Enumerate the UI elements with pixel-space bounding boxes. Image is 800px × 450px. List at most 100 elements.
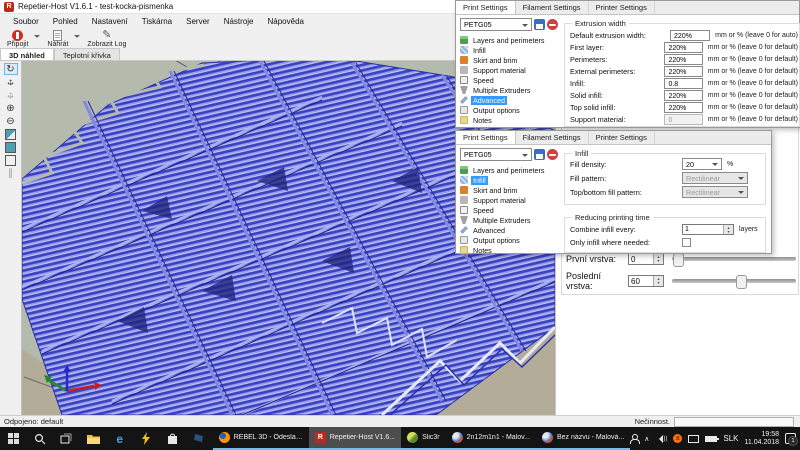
infill-rows: Fill density: 20 % Fill pattern: Rectili… bbox=[570, 157, 766, 199]
tray-chevron-icon[interactable]: ∧ bbox=[644, 435, 649, 443]
app-laptop-button[interactable] bbox=[186, 427, 213, 450]
menu-tiskarna[interactable]: Tiskárna bbox=[135, 15, 179, 28]
winamp-button[interactable] bbox=[133, 427, 160, 450]
list-item[interactable]: Support material bbox=[460, 65, 560, 75]
connect-dropdown-icon[interactable] bbox=[34, 35, 40, 41]
spinner-icon[interactable]: ▴▾ bbox=[653, 276, 663, 286]
list-item[interactable]: Notes bbox=[460, 115, 560, 125]
slider-thumb[interactable] bbox=[736, 275, 747, 289]
list-item[interactable]: Advanced bbox=[460, 225, 560, 235]
extrusion-input[interactable]: 220% bbox=[664, 102, 702, 113]
top-fill-pattern-select[interactable]: Rectilinear bbox=[682, 186, 748, 198]
tab-filament-settings[interactable]: Filament Settings bbox=[516, 1, 589, 14]
store-button[interactable] bbox=[160, 427, 187, 450]
list-item[interactable]: Multiple Extruders bbox=[460, 215, 560, 225]
load-button[interactable]: Náhrát bbox=[44, 29, 71, 48]
move-object-icon[interactable]: ↔↕ bbox=[4, 76, 18, 88]
speaker-icon[interactable]: )) bbox=[655, 435, 667, 443]
taskbar-app-paint-2[interactable]: Bez názvu - Malová... bbox=[536, 427, 630, 450]
save-preset-icon[interactable] bbox=[534, 19, 545, 30]
people-icon[interactable] bbox=[630, 434, 638, 443]
menu-nastaveni[interactable]: Nastavení bbox=[85, 15, 135, 28]
list-item-selected[interactable]: Infill bbox=[460, 175, 560, 185]
preset-select[interactable]: PETG05 bbox=[460, 148, 532, 161]
taskbar-app-paint-1[interactable]: 2n12m1n1 - Malov... bbox=[446, 427, 536, 450]
edge-button[interactable]: e bbox=[106, 427, 133, 450]
extrusion-input[interactable]: 220% bbox=[670, 30, 710, 41]
search-button[interactable] bbox=[27, 427, 54, 450]
delete-preset-icon[interactable] bbox=[547, 19, 558, 30]
tab-temperature-curve[interactable]: Teplotní křivka bbox=[54, 48, 120, 60]
move-viewpoint-icon[interactable]: ↔↕ bbox=[4, 89, 18, 101]
slider-thumb[interactable] bbox=[673, 253, 684, 267]
taskbar-app-slic3r[interactable]: Slic3r bbox=[401, 427, 446, 450]
list-item[interactable]: Support material bbox=[460, 195, 560, 205]
file-explorer-button[interactable] bbox=[80, 427, 107, 450]
task-view-button[interactable] bbox=[53, 427, 80, 450]
menu-nastroje[interactable]: Nástroje bbox=[217, 15, 261, 28]
menu-server[interactable]: Server bbox=[179, 15, 217, 28]
spinner-icon[interactable]: ▴▾ bbox=[653, 254, 663, 264]
avast-icon[interactable]: x bbox=[673, 434, 682, 443]
taskbar-app-repetier[interactable]: R Repetier-Host V1.6... bbox=[309, 427, 401, 450]
fill-density-select[interactable]: 20 bbox=[682, 158, 722, 170]
battery-icon[interactable] bbox=[705, 436, 717, 442]
tab-3d-preview[interactable]: 3D náhled bbox=[0, 48, 54, 60]
list-item[interactable]: Layers and perimeters bbox=[460, 165, 560, 175]
connect-button[interactable]: Připojit bbox=[4, 29, 31, 48]
list-item[interactable]: Layers and perimeters bbox=[460, 35, 560, 45]
first-layer-slider[interactable] bbox=[672, 257, 796, 261]
only-infill-checkbox[interactable] bbox=[682, 238, 691, 247]
action-center-icon[interactable]: 1 bbox=[785, 433, 796, 444]
layers-icon bbox=[460, 166, 468, 174]
folder-icon bbox=[87, 433, 100, 444]
spinner-icon[interactable]: ▴▾ bbox=[723, 225, 733, 234]
parallel-projection-icon[interactable]: ∥ bbox=[4, 167, 18, 179]
extrusion-input[interactable]: 220% bbox=[664, 54, 702, 65]
tab-print-settings[interactable]: Print Settings bbox=[456, 131, 516, 144]
menu-napoveda[interactable]: Nápověda bbox=[261, 15, 311, 28]
list-item[interactable]: Output options bbox=[460, 105, 560, 115]
front-view-icon[interactable] bbox=[4, 141, 18, 153]
show-log-button[interactable]: ✎ Zobrazit Log bbox=[84, 29, 129, 48]
save-preset-icon[interactable] bbox=[534, 149, 545, 160]
list-item[interactable]: Multiple Extruders bbox=[460, 85, 560, 95]
last-layer-input[interactable]: 60 ▴▾ bbox=[628, 275, 664, 287]
paint-icon bbox=[542, 432, 553, 443]
list-item[interactable]: Skirt and brim bbox=[460, 55, 560, 65]
extrusion-input[interactable]: 0.8 bbox=[664, 78, 702, 89]
zoom-out-icon[interactable]: ⊖ bbox=[4, 115, 18, 127]
list-item[interactable]: Speed bbox=[460, 205, 560, 215]
combine-infill-input[interactable]: 1 ▴▾ bbox=[682, 224, 734, 235]
tab-print-settings[interactable]: Print Settings bbox=[456, 1, 516, 14]
extrusion-input[interactable]: 220% bbox=[664, 42, 702, 53]
tab-filament-settings[interactable]: Filament Settings bbox=[516, 131, 589, 144]
zoom-in-icon[interactable]: ⊕ bbox=[4, 102, 18, 114]
menu-pohled[interactable]: Pohled bbox=[46, 15, 85, 28]
list-item-selected[interactable]: Advanced bbox=[460, 95, 560, 105]
extrusion-input[interactable]: 220% bbox=[664, 90, 702, 101]
fill-pattern-select[interactable]: Rectilinear bbox=[682, 172, 748, 184]
preset-select[interactable]: PETG05 bbox=[460, 18, 532, 31]
list-item[interactable]: Output options bbox=[460, 235, 560, 245]
tab-printer-settings[interactable]: Printer Settings bbox=[589, 131, 655, 144]
perspective-view-icon[interactable] bbox=[4, 154, 18, 166]
language-indicator[interactable]: SLK bbox=[723, 434, 738, 443]
list-item[interactable]: Notes bbox=[460, 245, 560, 255]
tab-printer-settings[interactable]: Printer Settings bbox=[589, 1, 655, 14]
clock[interactable]: 19:58 11.04.2018 bbox=[745, 431, 780, 447]
delete-preset-icon[interactable] bbox=[547, 149, 558, 160]
last-layer-slider[interactable] bbox=[672, 279, 796, 283]
extrusion-input[interactable]: 220% bbox=[664, 66, 702, 77]
first-layer-input[interactable]: 0 ▴▾ bbox=[628, 253, 664, 265]
load-dropdown-icon[interactable] bbox=[74, 35, 80, 41]
list-item[interactable]: Skirt and brim bbox=[460, 185, 560, 195]
menu-soubor[interactable]: Soubor bbox=[6, 15, 46, 28]
monitor-icon[interactable] bbox=[688, 435, 699, 443]
start-button[interactable] bbox=[0, 427, 27, 450]
taskbar-app-firefox[interactable]: REBEL 3D - Odeslat... bbox=[213, 427, 309, 450]
isometric-view-icon[interactable] bbox=[4, 128, 18, 140]
list-item[interactable]: Speed bbox=[460, 75, 560, 85]
rotate-icon[interactable]: ↻ bbox=[4, 63, 18, 75]
list-item[interactable]: Infill bbox=[460, 45, 560, 55]
